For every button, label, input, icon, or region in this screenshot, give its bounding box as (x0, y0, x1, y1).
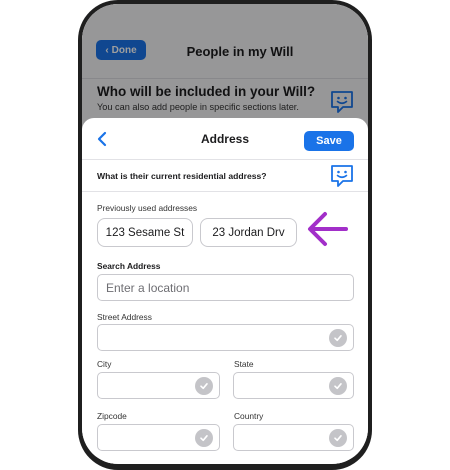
save-button[interactable]: Save (304, 131, 354, 151)
check-icon (329, 429, 347, 447)
address-sheet: Address Save What is their current resid… (82, 118, 368, 464)
zipcode-label: Zipcode (97, 411, 127, 421)
previous-address-chip[interactable]: 23 Jordan Drv (200, 218, 297, 247)
country-input[interactable] (233, 424, 354, 451)
sheet-header: Address Save (82, 118, 368, 160)
previous-addresses-label: Previously used addresses (97, 203, 198, 213)
state-input[interactable] (233, 372, 354, 399)
check-icon (329, 329, 347, 347)
state-label: State (234, 359, 254, 369)
city-input[interactable] (97, 372, 220, 399)
search-address-label: Search Address (97, 261, 161, 271)
chat-help-icon[interactable] (330, 164, 354, 193)
city-label: City (97, 359, 112, 369)
annotation-arrow-icon (306, 210, 348, 253)
address-question: What is their current residential addres… (97, 171, 267, 181)
search-address-placeholder: Enter a location (106, 281, 190, 295)
street-address-input[interactable] (97, 324, 354, 351)
search-address-input[interactable]: Enter a location (97, 274, 354, 301)
country-label: Country (234, 411, 264, 421)
header-divider (82, 159, 368, 160)
check-icon (195, 429, 213, 447)
previous-address-chip[interactable]: 123 Sesame St (97, 218, 193, 247)
question-divider (82, 191, 368, 192)
check-icon (195, 377, 213, 395)
street-address-label: Street Address (97, 312, 152, 322)
zipcode-input[interactable] (97, 424, 220, 451)
check-icon (329, 377, 347, 395)
